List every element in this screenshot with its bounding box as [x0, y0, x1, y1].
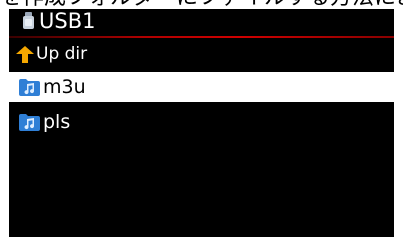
music-folder-icon [19, 79, 40, 96]
list-item-label: m3u [43, 76, 86, 98]
screenshot-frame: を作成フォルダーにファイルする方法により USB1 Up dir m3u [0, 0, 403, 246]
device-title: USB1 [39, 9, 96, 33]
list-item-label: pls [43, 111, 71, 133]
usb-drive-icon [23, 12, 34, 29]
player-screen: USB1 Up dir m3u pls [9, 9, 394, 237]
cropped-caption: を作成フォルダーにファイルする方法により [0, 0, 403, 9]
title-divider [9, 36, 394, 38]
title-bar: USB1 [9, 9, 394, 35]
up-dir-label: Up dir [36, 44, 88, 64]
list-item-m3u[interactable]: m3u [9, 72, 394, 102]
up-arrow-icon [16, 46, 34, 63]
list-item-pls[interactable]: pls [9, 107, 394, 137]
music-folder-icon [19, 114, 40, 131]
up-dir-item[interactable]: Up dir [9, 41, 394, 69]
